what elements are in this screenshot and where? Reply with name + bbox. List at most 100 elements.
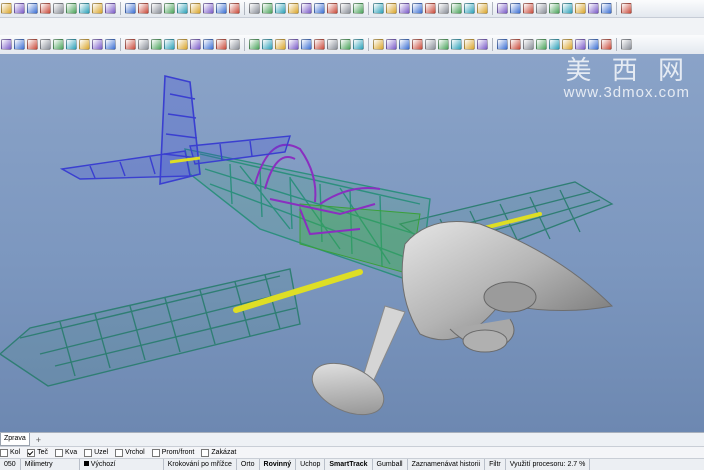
toolbar-tool-icon[interactable] [451,3,462,14]
toolbar-tool-icon[interactable] [621,3,632,14]
toolbar-tool-icon[interactable] [27,39,38,50]
toolbar-tool-icon[interactable] [151,39,162,50]
toolbar-tool-icon[interactable] [203,39,214,50]
toolbar-tool-icon[interactable] [523,39,534,50]
toolbar-tool-icon[interactable] [79,3,90,14]
toolbar-tool-icon[interactable] [340,3,351,14]
add-tab-button[interactable]: + [36,435,41,445]
toolbar-tool-icon[interactable] [14,3,25,14]
toolbar-tool-icon[interactable] [425,3,436,14]
osnap-checkbox[interactable] [84,448,93,457]
osnap-checkbox[interactable] [0,448,8,457]
toolbar-tool-icon[interactable] [125,3,136,14]
toolbar-tool-icon[interactable] [314,39,325,50]
osnap-checkbox[interactable] [151,448,160,457]
toolbar-tool-icon[interactable] [497,3,508,14]
osnap-option[interactable]: Kol [0,448,20,457]
osnap-checkbox[interactable] [55,448,64,457]
toolbar-tool-icon[interactable] [151,3,162,14]
toolbar-tool-icon[interactable] [464,39,475,50]
osnap-checkbox[interactable] [115,448,124,457]
toolbar-tool-icon[interactable] [510,3,521,14]
toolbar-tool-icon[interactable] [601,39,612,50]
toolbar-tool-icon[interactable] [438,3,449,14]
toolbar-tool-icon[interactable] [412,39,423,50]
toolbar-tool-icon[interactable] [386,39,397,50]
osnap-checkbox[interactable] [27,448,36,457]
units[interactable]: Milimetry [21,459,80,470]
history-toggle[interactable]: Zaznamenávat historii [408,459,486,470]
toolbar-tool-icon[interactable] [40,3,51,14]
toolbar-tool-icon[interactable] [262,39,273,50]
toolbar-tool-icon[interactable] [451,39,462,50]
toolbar-tool-icon[interactable] [249,39,260,50]
toolbar-tool-icon[interactable] [105,39,116,50]
toolbar-tool-icon[interactable] [373,3,384,14]
toolbar-tool-icon[interactable] [477,3,488,14]
toolbar-tool-icon[interactable] [601,3,612,14]
toolbar-tool-icon[interactable] [216,39,227,50]
toolbar-tool-icon[interactable] [373,39,384,50]
osnap-checkbox[interactable] [201,448,210,457]
toolbar-tool-icon[interactable] [229,3,240,14]
toolbar-tool-icon[interactable] [275,3,286,14]
toolbar-tool-icon[interactable] [399,3,410,14]
toolbar-tool-icon[interactable] [27,3,38,14]
toolbar-tool-icon[interactable] [138,39,149,50]
toolbar-tool-icon[interactable] [125,39,136,50]
toolbar-tool-icon[interactable] [588,3,599,14]
toolbar-tool-icon[interactable] [262,3,273,14]
toolbar-tool-icon[interactable] [177,3,188,14]
toolbar-tool-icon[interactable] [203,3,214,14]
toolbar-tool-icon[interactable] [53,3,64,14]
toolbar-tool-icon[interactable] [549,3,560,14]
osnap-option[interactable]: Vrchol [115,448,145,457]
osnap-option[interactable]: Uzel [84,448,108,457]
toolbar-tool-icon[interactable] [497,39,508,50]
toolbar-tool-icon[interactable] [288,39,299,50]
perspective-viewport[interactable]: 美 西 网 www.3dmox.com [0,54,704,432]
toolbar-tool-icon[interactable] [562,3,573,14]
toolbar-tool-icon[interactable] [14,39,25,50]
toolbar-tool-icon[interactable] [549,39,560,50]
toolbar-tool-icon[interactable] [138,3,149,14]
toolbar-tool-icon[interactable] [621,39,632,50]
toolbar-tool-icon[interactable] [216,3,227,14]
planar-toggle[interactable]: Rovinný [260,459,297,470]
toolbar-tool-icon[interactable] [288,3,299,14]
toolbar-tool-icon[interactable] [164,39,175,50]
toolbar-tool-icon[interactable] [464,3,475,14]
toolbar-tool-icon[interactable] [523,3,534,14]
toolbar-tool-icon[interactable] [588,39,599,50]
toolbar-tool-icon[interactable] [477,39,488,50]
toolbar-tool-icon[interactable] [562,39,573,50]
toolbar-tool-icon[interactable] [164,3,175,14]
toolbar-tool-icon[interactable] [575,39,586,50]
tab-zprava[interactable]: Zprava [0,433,30,446]
toolbar-tool-icon[interactable] [353,39,364,50]
toolbar-tool-icon[interactable] [40,39,51,50]
toolbar-tool-icon[interactable] [177,39,188,50]
toolbar-tool-icon[interactable] [66,3,77,14]
toolbar-tool-icon[interactable] [327,3,338,14]
toolbar-tool-icon[interactable] [92,3,103,14]
toolbar-tool-icon[interactable] [575,3,586,14]
toolbar-tool-icon[interactable] [79,39,90,50]
toolbar-tool-icon[interactable] [1,39,12,50]
toolbar-tool-icon[interactable] [399,39,410,50]
toolbar-tool-icon[interactable] [229,39,240,50]
toolbar-tool-icon[interactable] [314,3,325,14]
toolbar-tool-icon[interactable] [190,3,201,14]
toolbar-tool-icon[interactable] [536,3,547,14]
smarttrack-toggle[interactable]: SmartTrack [325,459,373,470]
toolbar-tool-icon[interactable] [340,39,351,50]
toolbar-tool-icon[interactable] [386,3,397,14]
toolbar-tool-icon[interactable] [1,3,12,14]
ortho-toggle[interactable]: Orto [237,459,260,470]
osnap-option[interactable]: Kva [55,448,77,457]
toolbar-tool-icon[interactable] [438,39,449,50]
toolbar-tool-icon[interactable] [425,39,436,50]
toolbar-tool-icon[interactable] [510,39,521,50]
gumball-toggle[interactable]: Gumball [373,459,408,470]
toolbar-tool-icon[interactable] [275,39,286,50]
